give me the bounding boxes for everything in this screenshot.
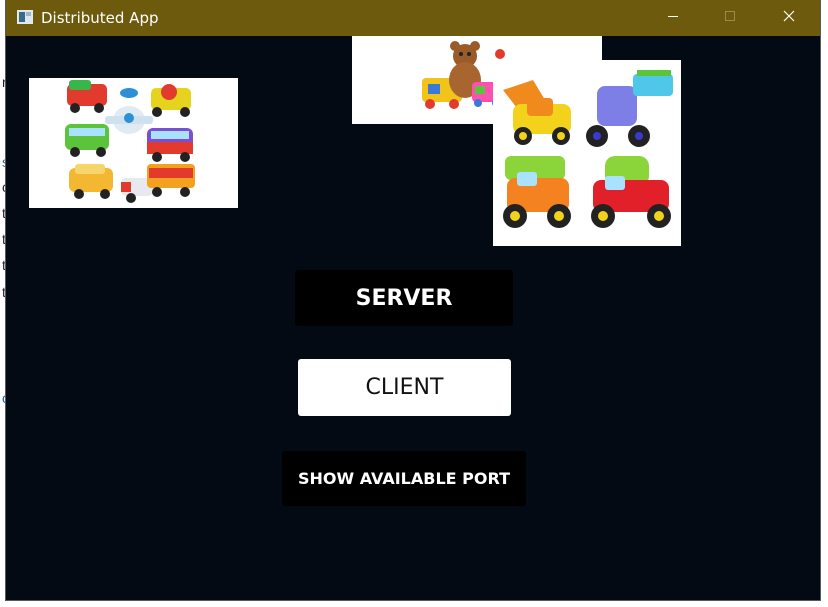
client-button[interactable]: CLIENT (298, 359, 511, 416)
minimize-button[interactable] (650, 0, 696, 36)
construction-trucks-image (493, 60, 681, 246)
close-icon (783, 9, 795, 27)
show-available-port-button[interactable]: SHOW AVAILABLE PORT (282, 451, 526, 506)
close-button[interactable] (766, 0, 812, 36)
minimize-icon (667, 9, 679, 27)
server-button[interactable]: SERVER (295, 270, 513, 326)
title-bar[interactable]: Distributed App (6, 0, 820, 36)
app-icon (17, 10, 33, 24)
maximize-icon (724, 9, 736, 27)
toy-vehicles-image (29, 78, 238, 208)
maximize-button[interactable] (707, 0, 753, 36)
app-window: Distributed App SERVER CLIENT SHOW AVAIL… (6, 0, 820, 600)
window-title: Distributed App (41, 9, 159, 27)
